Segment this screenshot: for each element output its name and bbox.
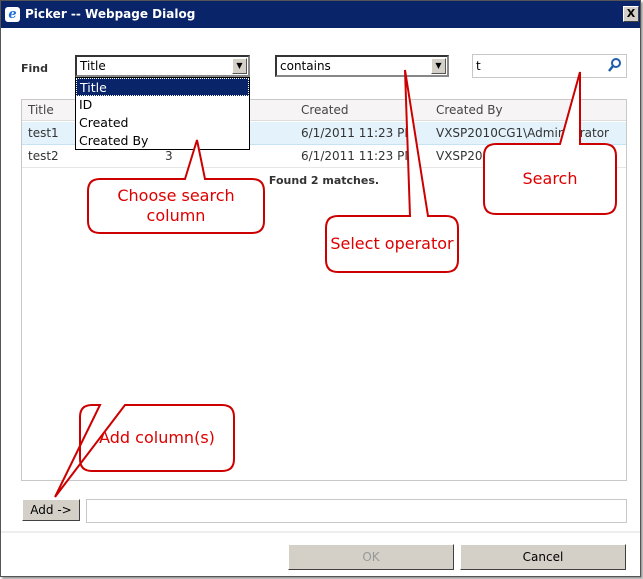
- callout-select-operator: Select operator: [330, 234, 454, 253]
- callout-choose-search-column: Choose search column: [117, 186, 235, 225]
- callout-search: Search: [522, 169, 578, 188]
- callout-add-columns: Add column(s): [99, 428, 215, 447]
- callout-overlay: [54, 69, 617, 498]
